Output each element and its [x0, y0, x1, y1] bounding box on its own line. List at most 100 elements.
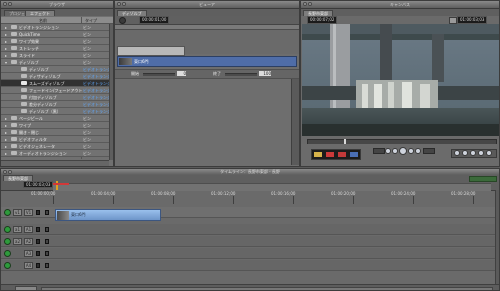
timeline-clip[interactable]: 東口6門: [55, 209, 161, 221]
timeline-header: 01:00:03;03: [1, 176, 499, 191]
viewer-scrollbar[interactable]: [291, 79, 299, 165]
disclosure-triangle-icon[interactable]: ▸: [5, 130, 7, 135]
timeline-track[interactable]: a2 A2: [1, 236, 495, 247]
browser-list-item[interactable]: ディザディゾルブビデオトランジション: [1, 73, 113, 80]
track-visibility-icon[interactable]: [4, 209, 11, 216]
browser-list-item[interactable]: ディゾルブビデオトランジション: [1, 66, 113, 73]
disclosure-triangle-icon[interactable]: ▸: [5, 25, 7, 30]
disclosure-triangle-icon[interactable]: ▸: [5, 116, 7, 121]
browser-list-item[interactable]: ▸ ビデオトランジション ビン: [1, 24, 113, 31]
auto-select-icon[interactable]: [45, 239, 49, 244]
browser-title: ブラウザ: [49, 2, 65, 7]
disclosure-triangle-icon[interactable]: ▸: [5, 53, 7, 58]
mark-out-icon[interactable]: [462, 150, 468, 156]
play-around-icon[interactable]: [408, 148, 414, 154]
destination-track-label[interactable]: A3: [24, 250, 33, 257]
track-height-control[interactable]: [15, 286, 37, 290]
auto-select-icon[interactable]: [45, 263, 49, 268]
go-to-next-icon[interactable]: [415, 148, 421, 154]
track-visibility-icon[interactable]: [4, 226, 11, 233]
end-slider[interactable]: [225, 73, 257, 76]
timeline-scrollbar[interactable]: [495, 190, 499, 284]
match-frame-icon[interactable]: [486, 150, 492, 156]
auto-select-icon[interactable]: [45, 251, 49, 256]
timeline-current-timecode[interactable]: 01:00:03;03: [23, 181, 54, 188]
tab-effects[interactable]: エフェクト: [25, 10, 55, 16]
shuttle-control[interactable]: [373, 148, 385, 154]
disclosure-triangle-icon[interactable]: ▸: [5, 144, 7, 149]
track-lock-icon[interactable]: [36, 210, 40, 215]
browser-list-item[interactable]: フェードイン/フェードアウトビデオトランジション: [1, 87, 113, 94]
browser-list-item[interactable]: スムーズディゾルブビデオトランジション: [1, 80, 113, 87]
source-track-label[interactable]: v1: [13, 209, 22, 216]
destination-track-label[interactable]: V1: [24, 209, 33, 216]
track-lock-icon[interactable]: [36, 251, 40, 256]
timeline-hscrollbar[interactable]: [41, 287, 493, 290]
render-bar: [53, 183, 69, 185]
end-value[interactable]: 100: [259, 71, 271, 76]
start-label: 開始: [131, 71, 139, 76]
browser-list-item[interactable]: 付加ディゾルブビデオトランジション: [1, 94, 113, 101]
track-visibility-icon[interactable]: [4, 238, 11, 245]
insert-edit-icon[interactable]: [314, 152, 322, 157]
disclosure-triangle-icon[interactable]: ▸: [5, 123, 7, 128]
disclosure-triangle-icon[interactable]: ▸: [5, 39, 7, 44]
add-marker-icon[interactable]: [470, 150, 476, 156]
browser-list-item[interactable]: ▸ オーディオトランジション ビン: [1, 150, 113, 157]
disclosure-triangle-icon[interactable]: ▸: [5, 46, 7, 51]
canvas-timecode[interactable]: 01:00:03;03: [457, 16, 488, 24]
track-lock-icon[interactable]: [36, 239, 40, 244]
auto-select-icon[interactable]: [45, 227, 49, 232]
add-keyframe-icon[interactable]: [478, 150, 484, 156]
disclosure-triangle-icon[interactable]: ▸: [5, 151, 7, 156]
browser-list-item[interactable]: ▸ ビデオフィルタ ビン: [1, 136, 113, 143]
disclosure-triangle-icon[interactable]: ▸: [5, 32, 7, 37]
browser-list-item[interactable]: ▸ ビデオジェネレータ ビン: [1, 143, 113, 150]
disclosure-triangle-icon[interactable]: ▸: [5, 137, 7, 142]
track-lock-icon[interactable]: [36, 227, 40, 232]
timeline-track[interactable]: A4: [1, 260, 495, 271]
zoom-popup[interactable]: [449, 17, 457, 24]
play-icon[interactable]: [399, 147, 407, 155]
overwrite-edit-icon[interactable]: [326, 152, 334, 157]
replace-edit-icon[interactable]: [338, 152, 346, 157]
track-visibility-icon[interactable]: [4, 250, 11, 257]
viewer-clip[interactable]: 東口6門: [117, 56, 297, 67]
browser-list-item[interactable]: ▸ ストレッチ ビン: [1, 45, 113, 52]
browser-list-item[interactable]: ▸ ページピール ビン: [1, 115, 113, 122]
destination-track-label[interactable]: A4: [24, 262, 33, 269]
viewer-titlebar: ビューア: [115, 1, 299, 9]
track-visibility-icon[interactable]: [4, 262, 11, 269]
zoom-control-icon[interactable]: [469, 176, 497, 182]
browser-list-item[interactable]: ▸ 開き・閉じ ビン: [1, 129, 113, 136]
browser-list-item[interactable]: 差分ディゾルブビデオトランジション: [1, 101, 113, 108]
auto-select-icon[interactable]: [45, 210, 49, 215]
source-track-label[interactable]: a2: [13, 238, 22, 245]
browser-list-item[interactable]: ▸ ワイプ効果 ビン: [1, 38, 113, 45]
mark-in-icon[interactable]: [454, 150, 460, 156]
browser-list-item[interactable]: ▸ QuickTime ビン: [1, 31, 113, 38]
go-to-previous-icon[interactable]: [385, 148, 391, 154]
play-in-to-out-icon[interactable]: [392, 148, 398, 154]
browser-hscrollbar[interactable]: [1, 160, 109, 166]
source-track-label[interactable]: a1: [13, 226, 22, 233]
timeline-track[interactable]: A3: [1, 248, 495, 259]
viewer-duration[interactable]: 00:00:01;00: [139, 16, 170, 24]
jog-control[interactable]: [423, 148, 435, 154]
disclosure-triangle-icon[interactable]: ▾: [5, 60, 7, 65]
transition-bar[interactable]: [117, 46, 185, 56]
browser-list-item[interactable]: ▸ スライド ビン: [1, 52, 113, 59]
browser-list-item[interactable]: ▾ ディゾルブ ビン: [1, 59, 113, 66]
start-value[interactable]: 0: [177, 71, 186, 76]
canvas-duration[interactable]: 00:00:07;02: [307, 16, 338, 24]
browser-list-item[interactable]: ▸ ワイプ ビン: [1, 122, 113, 129]
ruler[interactable]: [53, 183, 491, 191]
timeline-track[interactable]: a1 A1: [1, 224, 495, 235]
viewer-gear-icon[interactable]: [119, 17, 126, 24]
start-slider[interactable]: [143, 73, 175, 76]
destination-track-label[interactable]: A1: [24, 226, 33, 233]
fit-edit-icon[interactable]: [350, 152, 358, 157]
track-lock-icon[interactable]: [36, 263, 40, 268]
browser-list-item[interactable]: ディゾルブ（黒）ビデオトランジション: [1, 108, 113, 115]
destination-track-label[interactable]: A2: [24, 238, 33, 245]
